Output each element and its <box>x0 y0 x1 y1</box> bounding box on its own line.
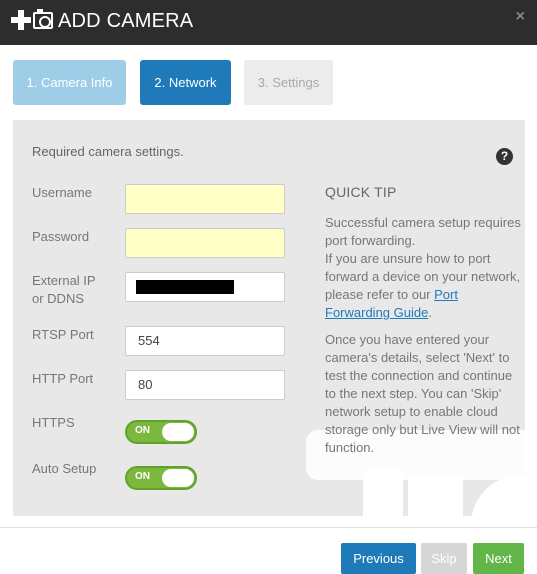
password-label: Password <box>32 229 90 244</box>
previous-button[interactable]: Previous <box>341 543 416 574</box>
external-ip-label-line2: or DDNS <box>32 291 85 306</box>
tab-camera-info[interactable]: 1. Camera Info <box>13 60 126 105</box>
http-port-label: HTTP Port <box>32 371 94 386</box>
quick-tip-next-steps: Once you have entered your camera's deta… <box>325 332 520 455</box>
help-icon[interactable]: ? <box>496 148 513 165</box>
redacted-value <box>136 280 234 294</box>
username-field[interactable] <box>125 184 285 214</box>
background-decoration <box>408 475 463 516</box>
auto-setup-toggle[interactable]: ON <box>125 466 197 490</box>
background-decoration <box>363 470 403 516</box>
next-button[interactable]: Next <box>473 543 524 574</box>
background-decoration <box>471 475 525 516</box>
password-field[interactable] <box>125 228 285 258</box>
quick-tip-text: Successful camera setup requires port fo… <box>325 214 521 322</box>
tab-network[interactable]: 2. Network <box>140 60 231 105</box>
rtsp-port-label: RTSP Port <box>32 327 94 342</box>
quick-tip-title: QUICK TIP <box>325 184 397 200</box>
camera-icon <box>33 9 53 29</box>
external-ip-label-line1: External IP <box>32 273 96 288</box>
dialog-title: ADD CAMERA <box>58 10 194 32</box>
close-icon[interactable]: × <box>516 8 525 26</box>
toggle-knob <box>162 423 194 441</box>
plus-icon <box>11 10 31 30</box>
rtsp-port-field[interactable]: 554 <box>125 326 285 356</box>
auto-setup-label: Auto Setup <box>32 461 97 476</box>
network-panel: Required camera settings. ? Username Pas… <box>13 120 525 516</box>
username-label: Username <box>32 185 92 200</box>
auto-setup-toggle-state: ON <box>135 471 150 482</box>
tab-settings: 3. Settings <box>244 60 333 105</box>
https-toggle[interactable]: ON <box>125 420 197 444</box>
https-toggle-state: ON <box>135 425 150 436</box>
dialog-header: ADD CAMERA × <box>0 0 537 45</box>
https-label: HTTPS <box>32 415 75 430</box>
toggle-knob <box>162 469 194 487</box>
external-ip-label: External IP or DDNS <box>32 272 96 308</box>
external-ip-field[interactable] <box>125 272 285 302</box>
footer-divider <box>0 527 537 528</box>
tip-end: . <box>428 305 432 320</box>
tip-line2: If you are unsure how to port forward a … <box>325 251 521 302</box>
required-note: Required camera settings. <box>32 144 184 159</box>
http-port-field[interactable]: 80 <box>125 370 285 400</box>
skip-button[interactable]: Skip <box>421 543 467 574</box>
tip-line1: Successful camera setup requires port fo… <box>325 215 521 248</box>
